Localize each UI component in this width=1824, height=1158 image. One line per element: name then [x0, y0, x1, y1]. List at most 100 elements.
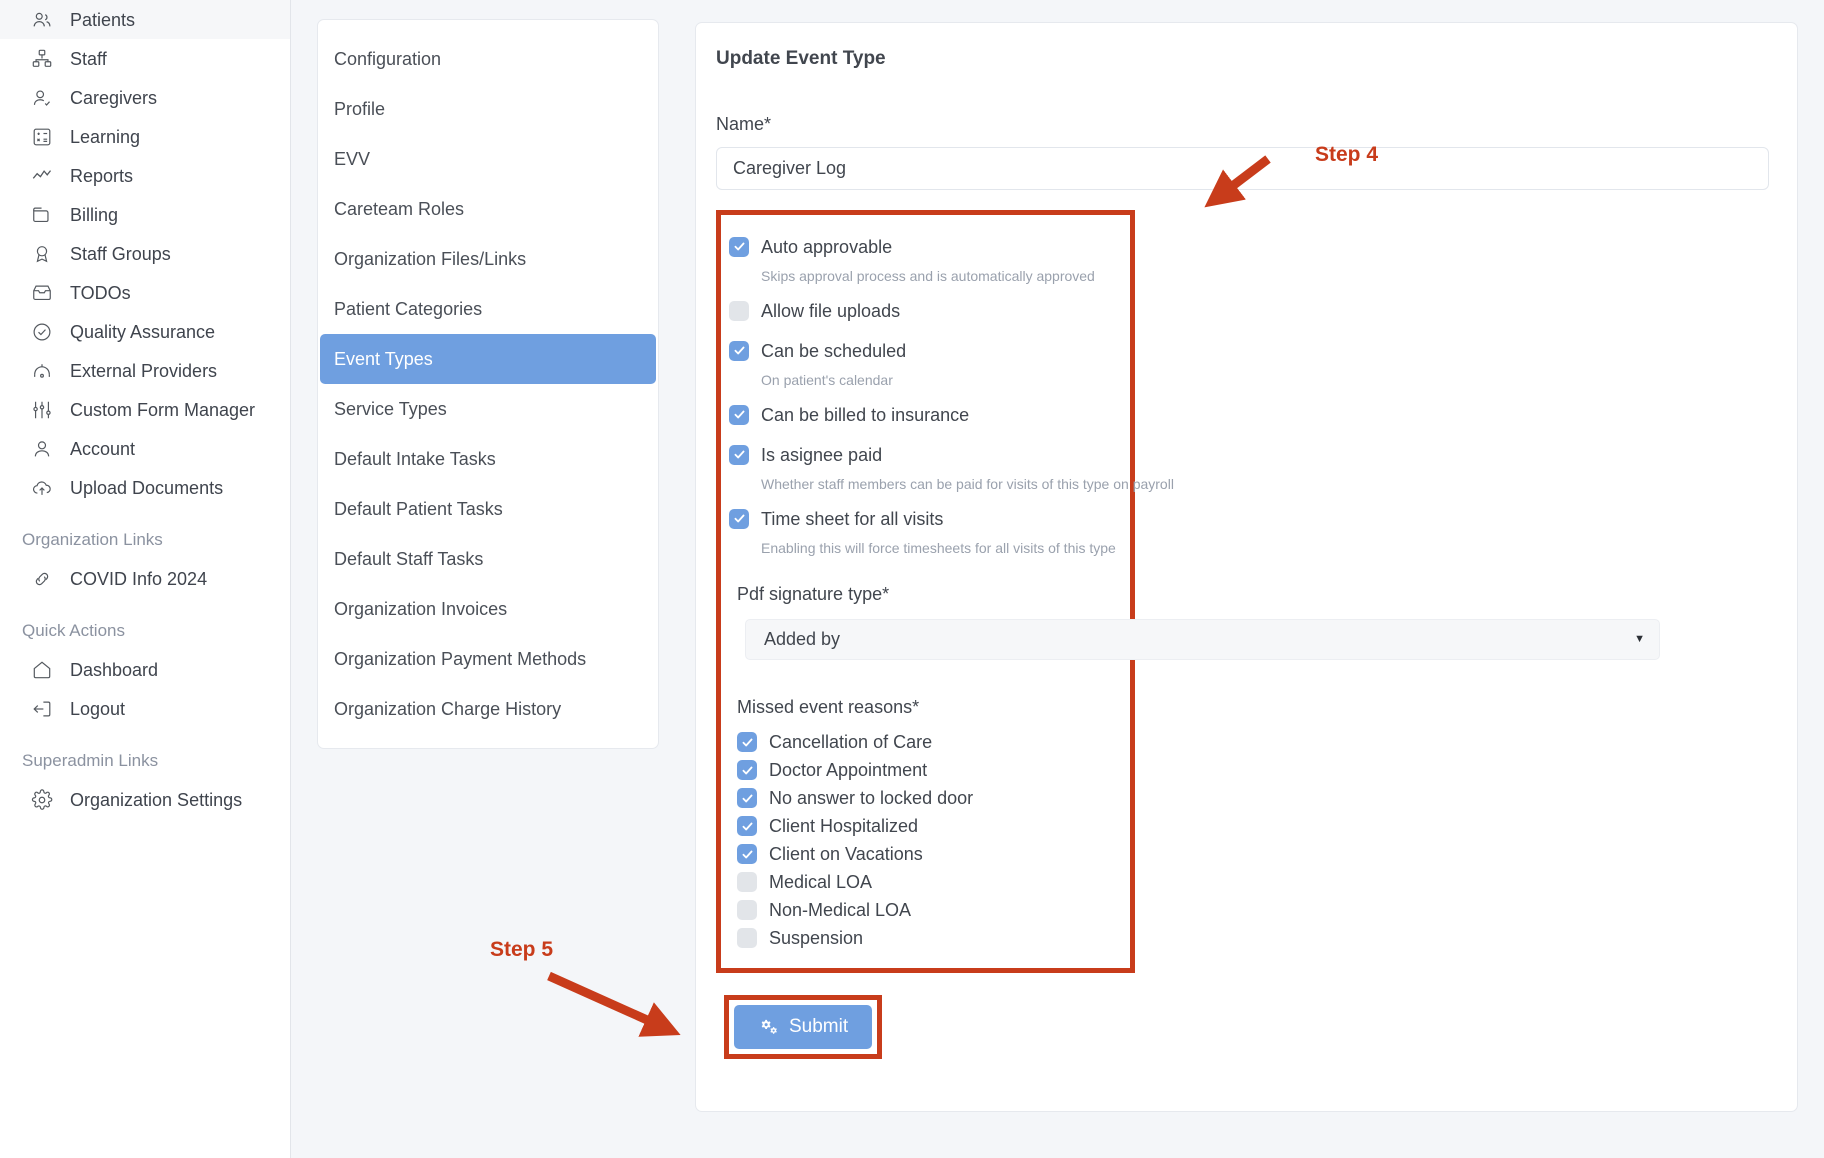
checkbox-row-doctor-appointment[interactable]: Doctor Appointment: [729, 756, 1116, 784]
checkbox-label: Doctor Appointment: [769, 761, 927, 779]
settings-menu-item-label: Default Intake Tasks: [334, 449, 496, 470]
sidebar-item-organization-settings[interactable]: Organization Settings: [0, 780, 290, 819]
checkbox-no-answer-to-locked-door[interactable]: [737, 788, 757, 808]
sidebar-item-account[interactable]: Account: [0, 429, 290, 468]
checkbox-cancellation-of-care[interactable]: [737, 732, 757, 752]
sidebar-item-staff-groups[interactable]: Staff Groups: [0, 234, 290, 273]
sidebar-item-patients[interactable]: Patients: [0, 0, 290, 39]
pdf-signature-type-select[interactable]: Added by ▼: [745, 619, 1660, 660]
checkbox-row-time-sheet-for-all-visits[interactable]: Time sheet for all visits: [729, 505, 1116, 532]
checkbox-allow-file-uploads[interactable]: [729, 301, 749, 321]
name-input[interactable]: [716, 147, 1769, 190]
patients-icon: [30, 8, 54, 32]
checkbox-auto-approvable[interactable]: [729, 237, 749, 257]
settings-menu-item-evv[interactable]: EVV: [320, 134, 656, 184]
checkbox-hint-can-be-scheduled: On patient's calendar: [761, 372, 1116, 388]
checkbox-can-be-billed-to-insurance[interactable]: [729, 405, 749, 425]
settings-menu-item-organization-files-links[interactable]: Organization Files/Links: [320, 234, 656, 284]
update-event-type-form: Update Event Type Name* Auto approvable …: [695, 22, 1798, 1112]
settings-menu-item-organization-charge-history[interactable]: Organization Charge History: [320, 684, 656, 734]
checkbox-row-is-asignee-paid[interactable]: Is asignee paid: [729, 441, 1116, 468]
checkbox-doctor-appointment[interactable]: [737, 760, 757, 780]
sidebar-item-label: Reports: [70, 167, 133, 185]
checkbox-row-cancellation-of-care[interactable]: Cancellation of Care: [729, 728, 1116, 756]
app-root: Patients Staff Caregivers Learning Repor: [0, 0, 1824, 1158]
checkbox-label: Suspension: [769, 929, 863, 947]
sidebar-item-caregivers[interactable]: Caregivers: [0, 78, 290, 117]
checkbox-row-can-be-scheduled[interactable]: Can be scheduled: [729, 337, 1116, 364]
checkbox-label: Time sheet for all visits: [761, 510, 943, 528]
sidebar-item-reports[interactable]: Reports: [0, 156, 290, 195]
checkbox-row-medical-loa[interactable]: Medical LOA: [729, 868, 1116, 896]
settings-menu-item-label: Configuration: [334, 49, 441, 70]
checkbox-non-medical-loa[interactable]: [737, 900, 757, 920]
sidebar-section-organization-links: Organization Links: [0, 521, 290, 559]
checkbox-row-no-answer-to-locked-door[interactable]: No answer to locked door: [729, 784, 1116, 812]
submit-button-label: Submit: [789, 1016, 848, 1038]
settings-menu-item-label: Default Patient Tasks: [334, 499, 503, 520]
submit-button[interactable]: Submit: [734, 1005, 872, 1049]
settings-menu-item-configuration[interactable]: Configuration: [320, 34, 656, 84]
sidebar-item-todos[interactable]: TODOs: [0, 273, 290, 312]
settings-menu-item-organization-invoices[interactable]: Organization Invoices: [320, 584, 656, 634]
checkbox-row-auto-approvable[interactable]: Auto approvable: [729, 233, 1116, 260]
sidebar-item-custom-form-manager[interactable]: Custom Form Manager: [0, 390, 290, 429]
settings-menu-item-label: Organization Files/Links: [334, 249, 526, 270]
sidebar-item-label: Quality Assurance: [70, 323, 215, 341]
checkbox-label: Is asignee paid: [761, 446, 882, 464]
sidebar-item-staff[interactable]: Staff: [0, 39, 290, 78]
checkbox-suspension[interactable]: [737, 928, 757, 948]
checkbox-time-sheet-for-all-visits[interactable]: [729, 509, 749, 529]
settings-menu-item-default-patient-tasks[interactable]: Default Patient Tasks: [320, 484, 656, 534]
submit-highlight-box: Submit: [724, 995, 882, 1059]
sidebar-item-upload-documents[interactable]: Upload Documents: [0, 468, 290, 507]
checkbox-label: Client on Vacations: [769, 845, 923, 863]
settings-menu-item-label: Organization Invoices: [334, 599, 507, 620]
sidebar-item-label: Organization Settings: [70, 791, 242, 809]
settings-menu-item-default-intake-tasks[interactable]: Default Intake Tasks: [320, 434, 656, 484]
checkbox-hint-auto-approvable: Skips approval process and is automatica…: [761, 268, 1116, 284]
checkbox-row-client-hospitalized[interactable]: Client Hospitalized: [729, 812, 1116, 840]
todos-icon: [30, 281, 54, 305]
settings-menu-item-event-types[interactable]: Event Types: [320, 334, 656, 384]
checkbox-client-hospitalized[interactable]: [737, 816, 757, 836]
settings-menu-item-patient-categories[interactable]: Patient Categories: [320, 284, 656, 334]
billing-icon: [30, 203, 54, 227]
checkbox-row-can-be-billed-to-insurance[interactable]: Can be billed to insurance: [729, 401, 1116, 428]
settings-menu-item-default-staff-tasks[interactable]: Default Staff Tasks: [320, 534, 656, 584]
checkbox-row-non-medical-loa[interactable]: Non-Medical LOA: [729, 896, 1116, 924]
checkbox-row-suspension[interactable]: Suspension: [729, 924, 1116, 952]
settings-menu-item-service-types[interactable]: Service Types: [320, 384, 656, 434]
checkbox-medical-loa[interactable]: [737, 872, 757, 892]
learning-icon: [30, 125, 54, 149]
sidebar-item-dashboard[interactable]: Dashboard: [0, 650, 290, 689]
home-icon: [30, 658, 54, 682]
sidebar-item-external-providers[interactable]: External Providers: [0, 351, 290, 390]
checkbox-label: Can be scheduled: [761, 342, 906, 360]
sidebar-item-label: Staff Groups: [70, 245, 171, 263]
sidebar-item-label: Learning: [70, 128, 140, 146]
caregivers-icon: [30, 86, 54, 110]
settings-menu-item-organization-payment-methods[interactable]: Organization Payment Methods: [320, 634, 656, 684]
sidebar-item-covid-info-2024[interactable]: COVID Info 2024: [0, 559, 290, 598]
sidebar-item-logout[interactable]: Logout: [0, 689, 290, 728]
checkbox-is-asignee-paid[interactable]: [729, 445, 749, 465]
checkbox-row-allow-file-uploads[interactable]: Allow file uploads: [729, 297, 1116, 324]
name-field-label: Name*: [716, 114, 1769, 135]
missed-event-reasons-list: Cancellation of Care Doctor Appointment …: [729, 728, 1116, 952]
staff-groups-icon: [30, 242, 54, 266]
sidebar-item-label: COVID Info 2024: [70, 570, 207, 588]
checkbox-client-on-vacations[interactable]: [737, 844, 757, 864]
sidebar-item-quality-assurance[interactable]: Quality Assurance: [0, 312, 290, 351]
settings-menu-item-profile[interactable]: Profile: [320, 84, 656, 134]
event-type-options-group: Auto approvable Skips approval process a…: [716, 210, 1135, 973]
sidebar-item-billing[interactable]: Billing: [0, 195, 290, 234]
checkbox-label: Cancellation of Care: [769, 733, 932, 751]
checkbox-label: Can be billed to insurance: [761, 406, 969, 424]
sidebar-item-learning[interactable]: Learning: [0, 117, 290, 156]
sidebar-section-quick-actions: Quick Actions: [0, 612, 290, 650]
checkbox-can-be-scheduled[interactable]: [729, 341, 749, 361]
settings-menu-item-careteam-roles[interactable]: Careteam Roles: [320, 184, 656, 234]
checkbox-row-client-on-vacations[interactable]: Client on Vacations: [729, 840, 1116, 868]
checkbox-label: Medical LOA: [769, 873, 872, 891]
